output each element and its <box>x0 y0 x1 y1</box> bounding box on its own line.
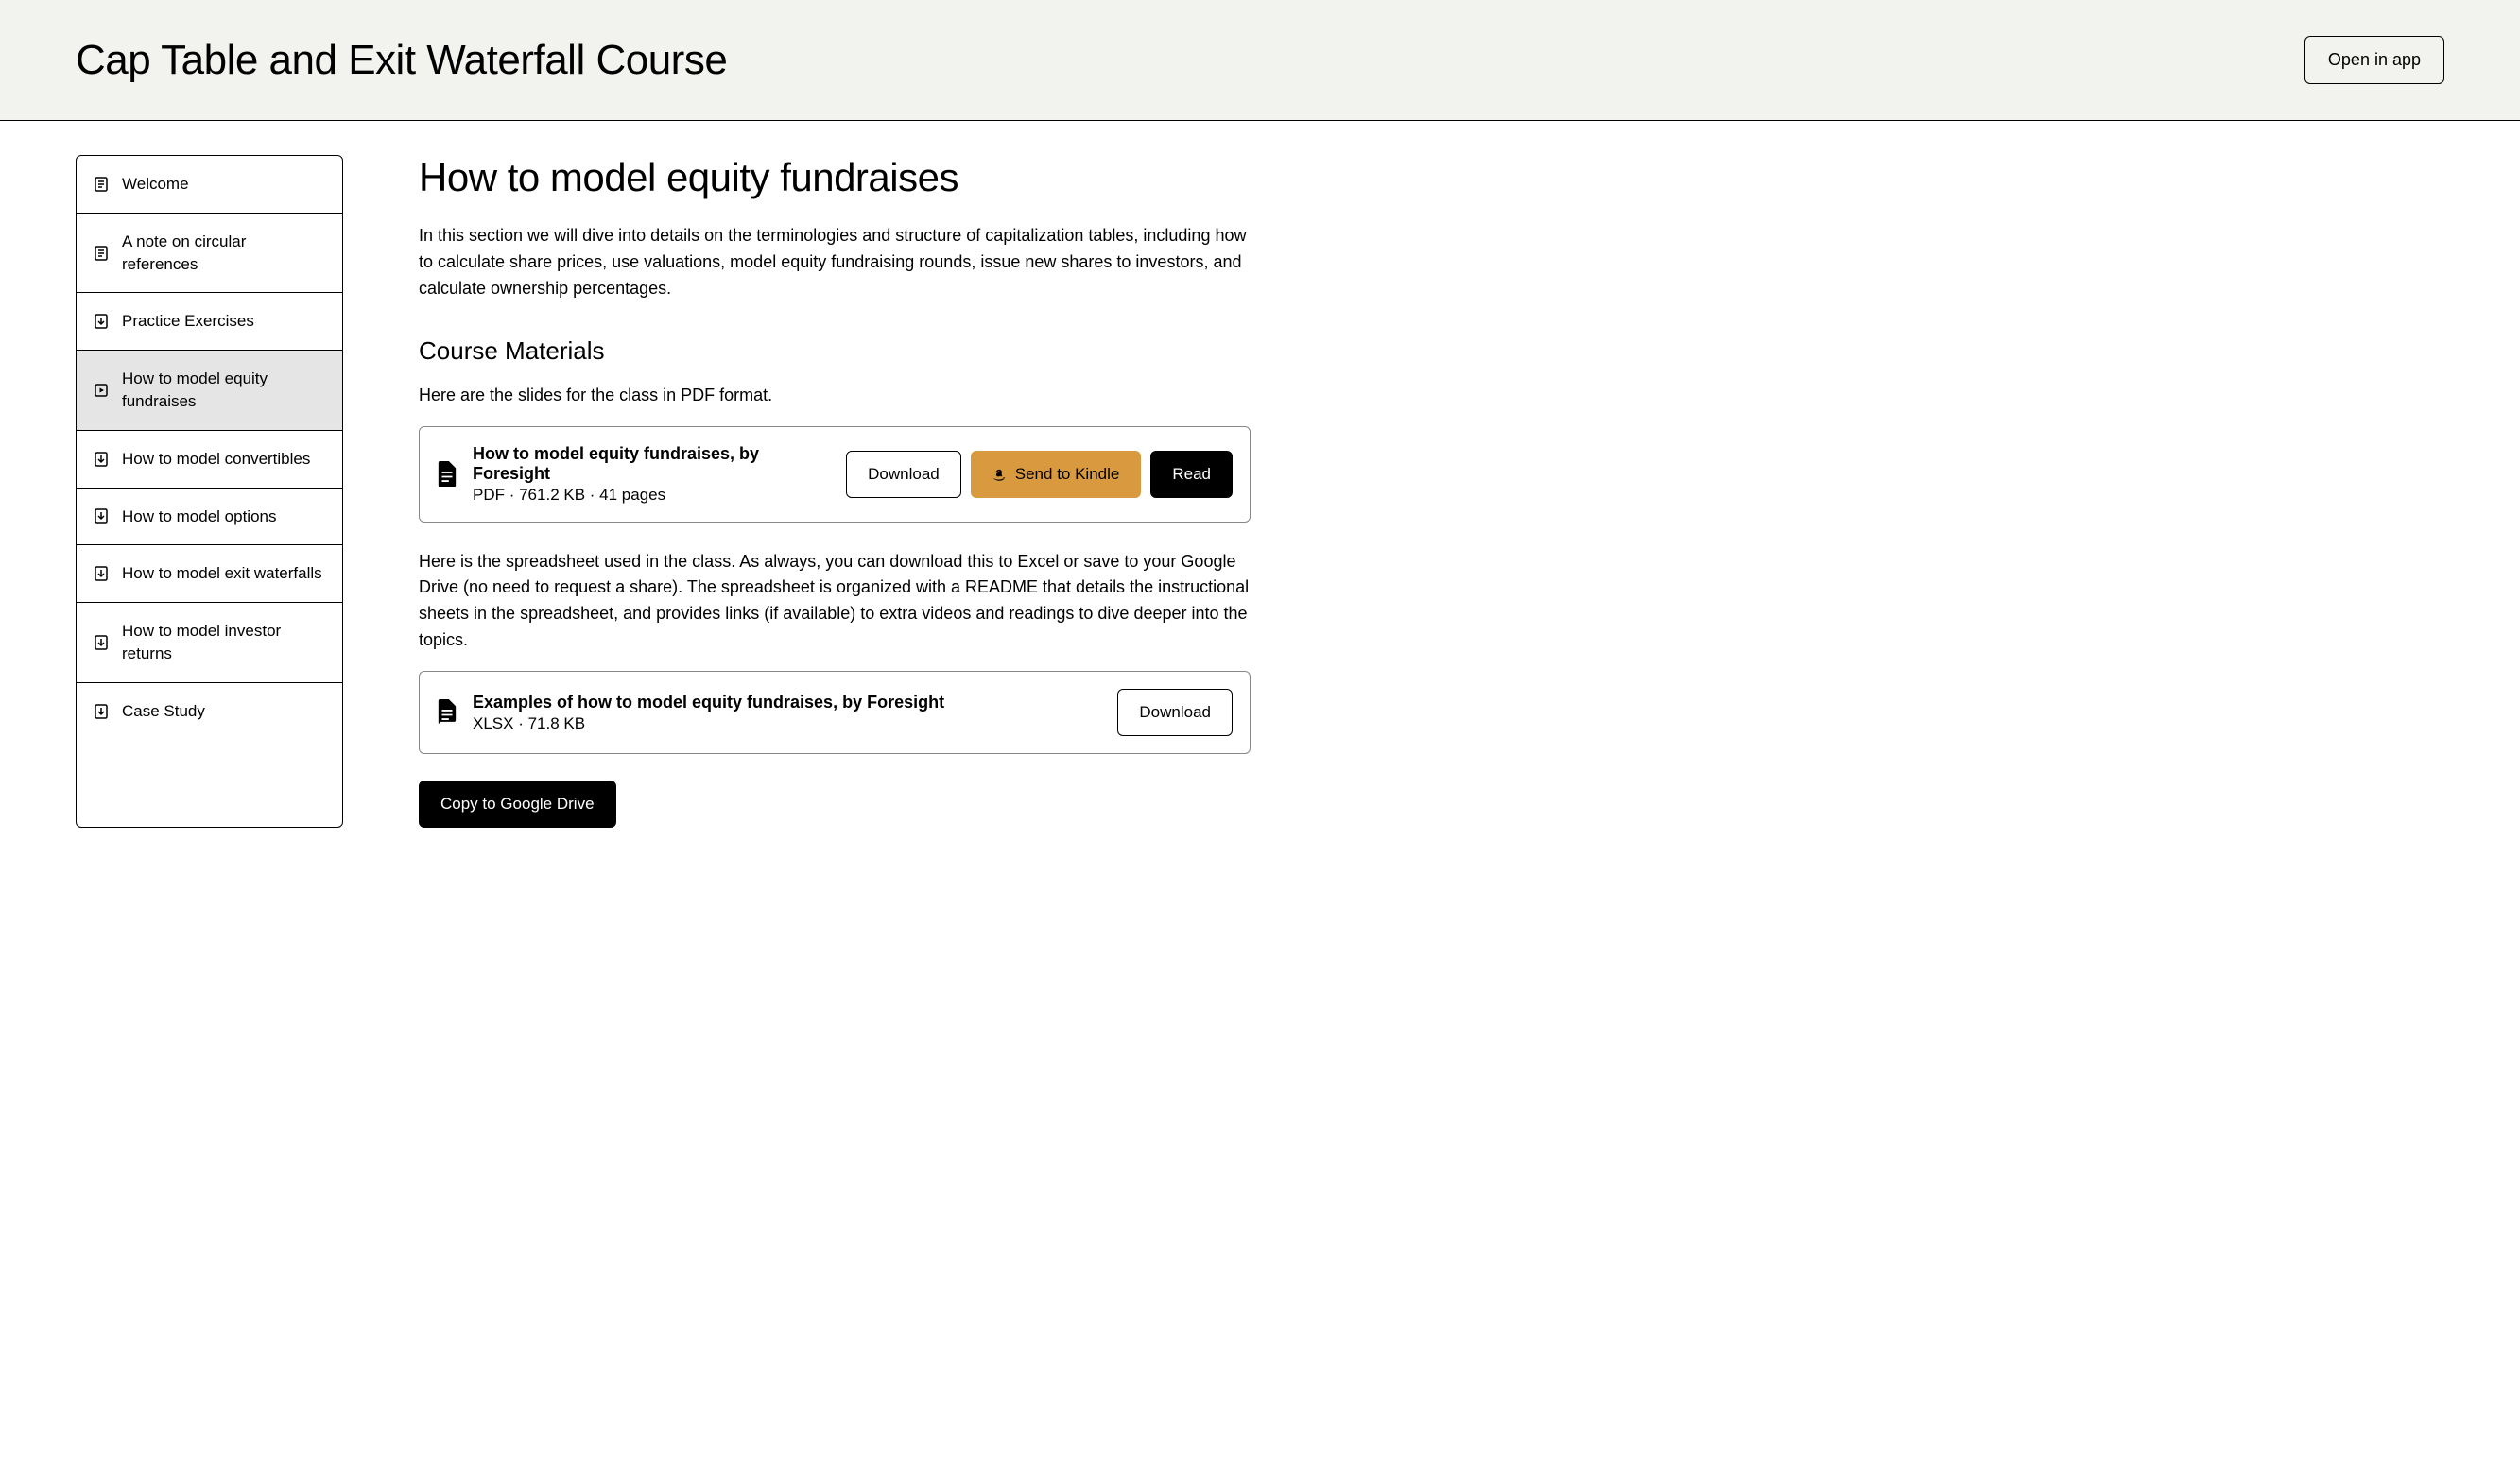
header: Cap Table and Exit Waterfall Course Open… <box>0 0 2520 121</box>
download-icon <box>94 314 109 329</box>
intro-text: In this section we will dive into detail… <box>419 223 1251 302</box>
download-button[interactable]: Download <box>846 451 961 498</box>
sidebar-item-label: A note on circular references <box>122 231 325 276</box>
material-info: How to model equity fundraises, by Fores… <box>473 444 831 505</box>
sidebar-item-how-to-model-convertibles[interactable]: How to model convertibles <box>77 431 342 489</box>
sidebar: Welcome A note on circular references Prac… <box>76 155 343 828</box>
sidebar-item-case-study[interactable]: Case Study <box>77 683 342 740</box>
download-icon <box>94 508 109 524</box>
sidebar-item-label: How to model equity fundraises <box>122 368 325 413</box>
download-icon <box>94 635 109 650</box>
main-content: How to model equity fundraises In this s… <box>419 155 1251 828</box>
document-icon <box>94 177 109 192</box>
sidebar-item-label: Welcome <box>122 173 189 196</box>
material-actions: Download Send to Kindle Read <box>846 451 1233 498</box>
sidebar-item-welcome[interactable]: Welcome <box>77 156 342 214</box>
file-icon <box>437 461 457 488</box>
material-meta: PDF · 761.2 KB · 41 pages <box>473 486 831 505</box>
xlsx-material-card: Examples of how to model equity fundrais… <box>419 671 1251 754</box>
material-info: Examples of how to model equity fundrais… <box>473 693 1102 733</box>
sidebar-item-how-to-model-investor-returns[interactable]: How to model investor returns <box>77 603 342 683</box>
sidebar-item-practice-exercises[interactable]: Practice Exercises <box>77 293 342 351</box>
sidebar-item-label: How to model exit waterfalls <box>122 562 322 585</box>
read-button[interactable]: Read <box>1150 451 1233 498</box>
content-wrapper: Welcome A note on circular references Prac… <box>0 121 2520 862</box>
amazon-icon <box>992 468 1006 481</box>
download-icon <box>94 566 109 581</box>
sidebar-item-a-note-on-circular-references[interactable]: A note on circular references <box>77 214 342 294</box>
spreadsheet-intro: Here is the spreadsheet used in the clas… <box>419 549 1251 655</box>
material-actions: Download <box>1117 689 1233 736</box>
download-icon <box>94 704 109 719</box>
play-icon <box>94 383 109 398</box>
download-button[interactable]: Download <box>1117 689 1233 736</box>
material-title: Examples of how to model equity fundrais… <box>473 693 1102 712</box>
material-meta: XLSX · 71.8 KB <box>473 714 1102 733</box>
kindle-label: Send to Kindle <box>1015 465 1120 484</box>
pdf-material-card: How to model equity fundraises, by Fores… <box>419 426 1251 523</box>
download-icon <box>94 452 109 467</box>
materials-intro: Here are the slides for the class in PDF… <box>419 383 1251 409</box>
sidebar-item-label: How to model convertibles <box>122 448 310 471</box>
sidebar-item-label: How to model investor returns <box>122 620 325 665</box>
sidebar-item-how-to-model-exit-waterfalls[interactable]: How to model exit waterfalls <box>77 545 342 603</box>
course-title: Cap Table and Exit Waterfall Course <box>76 37 727 84</box>
sidebar-item-label: Case Study <box>122 700 205 723</box>
sidebar-item-label: Practice Exercises <box>122 310 254 333</box>
send-to-kindle-button[interactable]: Send to Kindle <box>971 451 1142 498</box>
materials-heading: Course Materials <box>419 336 1251 366</box>
sidebar-item-label: How to model options <box>122 506 276 528</box>
page-title: How to model equity fundraises <box>419 155 1251 200</box>
copy-to-drive-button[interactable]: Copy to Google Drive <box>419 781 616 828</box>
sidebar-item-how-to-model-options[interactable]: How to model options <box>77 489 342 546</box>
document-icon <box>94 246 109 261</box>
sidebar-item-how-to-model-equity-fundraises[interactable]: How to model equity fundraises <box>77 351 342 431</box>
file-icon <box>437 699 457 726</box>
open-in-app-button[interactable]: Open in app <box>2304 36 2444 84</box>
material-title: How to model equity fundraises, by Fores… <box>473 444 831 484</box>
